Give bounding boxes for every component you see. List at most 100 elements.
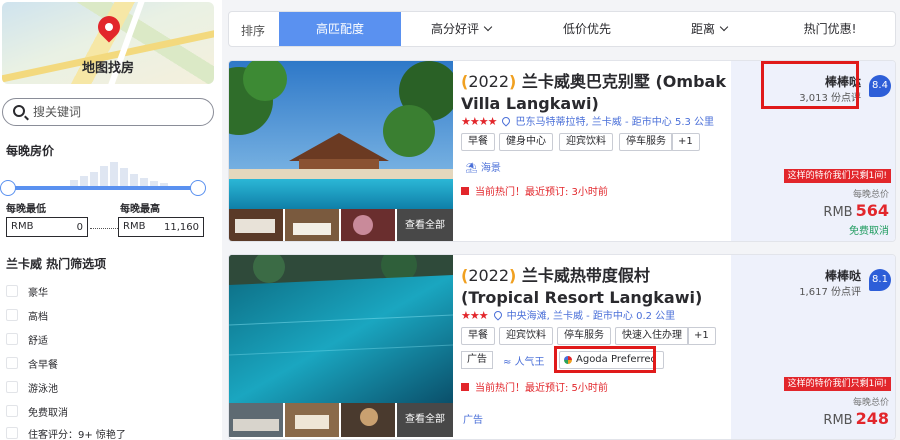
sort-tab-distance[interactable]: 距离 xyxy=(653,12,765,46)
sort-tab-label: 距离 xyxy=(690,22,715,36)
price-slider-min-handle[interactable] xyxy=(0,180,16,196)
filter-checkbox[interactable] xyxy=(6,405,18,417)
min-price-field[interactable]: RMB 0 xyxy=(6,217,88,237)
map-search-label: 地图找房 xyxy=(81,61,134,76)
feature-label: 海景 xyxy=(480,163,501,174)
sort-tab-label: 高分好评 xyxy=(430,22,479,36)
price-histogram xyxy=(10,160,202,186)
location-pin-icon xyxy=(491,309,504,321)
flag-icon xyxy=(461,383,469,391)
amenity-tag: 迎宾饮料 xyxy=(499,327,553,345)
hotel-year: 2022 xyxy=(468,72,510,91)
hotel-price[interactable]: RMB 564 xyxy=(823,201,889,220)
year-bracket: ) xyxy=(509,266,517,285)
review-label: 棒棒哒 xyxy=(824,269,861,283)
filter-checkbox[interactable] xyxy=(6,427,18,439)
search-icon xyxy=(13,105,25,117)
filter-sidebar: 地图找房 每晚房价 每晚最低 每晚最高 RMB 0 RMB 11,160 兰卡威… xyxy=(0,0,222,440)
price-slider-max-handle[interactable] xyxy=(190,180,206,196)
hotel-main-photo[interactable] xyxy=(229,61,453,209)
location-text: 中央海滩, 兰卡威 - 距市中心 0.2 公里 xyxy=(506,311,676,322)
photo-thumbnails: 查看全部 xyxy=(229,403,453,437)
filter-checkbox[interactable] xyxy=(6,285,18,297)
review-score-badge: 8.4 xyxy=(869,75,891,97)
price-currency: RMB xyxy=(823,205,853,220)
min-price-label: 每晚最低 xyxy=(6,204,46,215)
location-pin-icon xyxy=(500,115,513,127)
filter-checkbox[interactable] xyxy=(6,333,18,345)
highlight-box xyxy=(761,61,859,109)
filter-label: 游泳池 xyxy=(28,384,58,395)
hotel-location[interactable]: ★★★★ 巴东马特蒂拉特, 兰卡威 - 距市中心 5.3 公里 xyxy=(461,113,714,128)
sort-bar: 排序 高匹配度 高分好评 低价优先 距离 热门优惠! xyxy=(228,11,896,47)
amenity-tag: 快速入住办理 xyxy=(615,327,689,345)
amenity-tag: +1 xyxy=(687,327,716,345)
review-score-badge: 8.1 xyxy=(869,269,891,291)
hotel-price[interactable]: RMB 248 xyxy=(823,409,889,428)
amenity-tag: +1 xyxy=(671,133,700,151)
popular-badge: ≈ 人气王 xyxy=(503,357,545,368)
max-price-label: 每晚最高 xyxy=(120,204,160,215)
thumbnail-photo[interactable] xyxy=(285,403,339,437)
star-rating-icon: ★★★★ xyxy=(461,115,497,128)
review-count[interactable]: 1,617 份点评 xyxy=(799,283,861,298)
hot-booking-notice: 当前热门！最近预订: 5小时前 xyxy=(461,379,608,394)
year-bracket: ) xyxy=(509,72,517,91)
page: 地图找房 每晚房价 每晚最低 每晚最高 RMB 0 RMB 11,160 兰卡威… xyxy=(0,0,900,440)
hotel-name[interactable]: (2022) 兰卡威奥巴克别墅 (Ombak Villa Langkawi) xyxy=(461,71,731,115)
filter-checkbox[interactable] xyxy=(6,381,18,393)
filter-label: 含早餐 xyxy=(28,360,58,371)
filter-checkbox[interactable] xyxy=(6,309,18,321)
sort-tab-label: 低价优先 xyxy=(562,22,611,36)
price-amount: 248 xyxy=(855,409,889,428)
keyword-search-box[interactable] xyxy=(2,98,214,126)
sort-tab-hot-deals[interactable]: 热门优惠! xyxy=(765,12,895,46)
sort-tab-top-rated[interactable]: 高分好评 xyxy=(401,12,521,46)
hotel-main-photo[interactable] xyxy=(229,255,453,403)
sort-tab-lowest-price[interactable]: 低价优先 xyxy=(521,12,653,46)
thumbnail-photo[interactable] xyxy=(341,403,395,437)
thumbnail-photo[interactable] xyxy=(229,209,283,242)
currency-label: RMB xyxy=(11,221,34,232)
hot-booking-text: 当前热门！最近预订: 3小时前 xyxy=(475,187,608,198)
ad-footer-label: 广告 xyxy=(463,415,483,426)
amenity-tag: 健身中心 xyxy=(499,133,553,151)
sort-tab-label: 热门优惠! xyxy=(803,22,857,36)
highlight-box xyxy=(554,346,656,373)
hotel-card[interactable]: 查看全部 (2022) 兰卡威奥巴克别墅 (Ombak Villa Langka… xyxy=(228,60,896,242)
thumbnail-photo[interactable] xyxy=(341,209,395,242)
filter-checkbox[interactable] xyxy=(6,357,18,369)
filter-label: 住客评分：9+ 惊艳了 xyxy=(28,430,126,440)
price-slider-track[interactable] xyxy=(6,186,200,190)
thumbnail-photo[interactable] xyxy=(229,403,283,437)
filter-label: 免费取消 xyxy=(28,408,68,419)
hotel-card[interactable]: 查看全部 (2022) 兰卡威热带度假村 (Tropical Resort La… xyxy=(228,254,896,440)
location-text: 巴东马特蒂拉特, 兰卡威 - 距市中心 5.3 公里 xyxy=(515,117,715,128)
hotel-year: 2022 xyxy=(468,266,510,285)
sort-tab-best-match[interactable]: 高匹配度 xyxy=(279,12,401,46)
keyword-search-input[interactable] xyxy=(33,103,203,121)
chevron-down-icon xyxy=(719,22,729,32)
filter-label: 舒适 xyxy=(28,336,48,347)
filter-label: 高档 xyxy=(28,312,48,323)
view-all-photos-button[interactable]: 查看全部 xyxy=(397,209,453,241)
price-amount: 564 xyxy=(855,201,889,220)
amenity-tag: 停车服务 xyxy=(619,133,673,151)
currency-label: RMB xyxy=(123,221,146,232)
limited-deal-badge: 这样的特价我们只剩1间! xyxy=(783,169,891,183)
view-all-photos-button[interactable]: 查看全部 xyxy=(397,403,453,437)
hot-booking-text: 当前热门！最近预订: 5小时前 xyxy=(475,383,608,394)
price-panel: 棒棒哒 1,617 份点评 8.1 这样的特价我们只剩1间! 每晚总价 RMB 2… xyxy=(731,255,895,439)
chevron-down-icon xyxy=(483,22,493,32)
amenity-tag: 早餐 xyxy=(461,327,495,345)
hotel-name[interactable]: (2022) 兰卡威热带度假村 (Tropical Resort Langkaw… xyxy=(461,265,731,309)
popular-label: 人气王 xyxy=(514,357,545,368)
max-price-value: 11,160 xyxy=(164,222,199,233)
amenity-tag: 迎宾饮料 xyxy=(559,133,613,151)
max-price-field[interactable]: RMB 11,160 xyxy=(118,217,204,237)
hotel-location[interactable]: ★★★ 中央海滩, 兰卡威 - 距市中心 0.2 公里 xyxy=(461,307,675,322)
map-search-card[interactable]: 地图找房 xyxy=(2,2,214,84)
star-rating-icon: ★★★ xyxy=(461,309,489,322)
min-price-value: 0 xyxy=(76,222,83,233)
thumbnail-photo[interactable] xyxy=(285,209,339,242)
